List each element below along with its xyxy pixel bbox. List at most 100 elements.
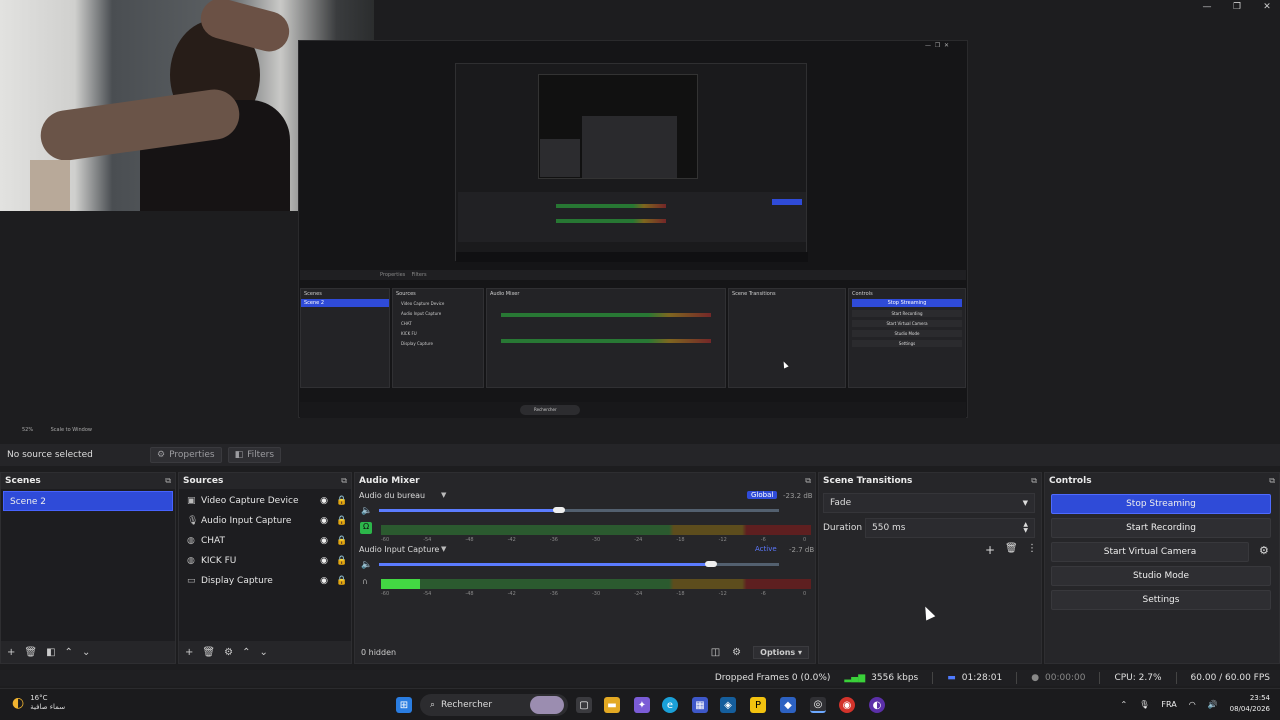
weather-text: سماء صافية: [30, 703, 66, 711]
volume-slider[interactable]: [379, 507, 779, 513]
task-view-icon[interactable]: ▢: [576, 697, 592, 713]
options-button[interactable]: Options ▾: [753, 645, 809, 659]
copilot-icon[interactable]: ✦: [634, 697, 650, 713]
more-icon[interactable]: ⋮: [1027, 543, 1037, 554]
gear-icon[interactable]: ⚙: [224, 647, 233, 658]
headphones-icon[interactable]: Ω: [360, 522, 372, 534]
transition-select[interactable]: Fade ▼: [823, 493, 1035, 513]
level-meter: [381, 525, 811, 535]
studio-mode-button[interactable]: Studio Mode: [1051, 566, 1271, 586]
source-row[interactable]: ◍ CHAT ◉ 🔒: [179, 531, 351, 551]
microphone-icon[interactable]: 🎙: [1139, 700, 1149, 709]
audio-mixer-dock: Audio Mixer ⧉ Audio du bureau ▼ Global -…: [354, 472, 816, 664]
weather-widget[interactable]: ◐ 16°C سماء صافية: [12, 694, 65, 712]
volume-icon[interactable]: 🔊: [1208, 700, 1218, 709]
chevron-up-icon[interactable]: ⌃: [65, 647, 73, 658]
maximize-icon[interactable]: ❐: [1230, 2, 1244, 12]
lock-icon[interactable]: 🔒: [333, 496, 351, 506]
globe-icon: ◍: [187, 536, 195, 546]
trash-icon[interactable]: 🗑: [24, 647, 37, 658]
start-virtual-camera-button[interactable]: Start Virtual Camera: [1051, 542, 1249, 562]
gear-icon[interactable]: ⚙: [1259, 544, 1269, 557]
preview-canvas[interactable]: — ❐ ✕ Properties Filters Scenes Scene 2 …: [0, 0, 1280, 438]
properties-button[interactable]: ⚙ Properties: [150, 447, 222, 463]
eye-icon[interactable]: ◉: [315, 496, 333, 506]
undock-icon[interactable]: ⧉: [1269, 476, 1275, 486]
nested-obs-preview: [455, 63, 808, 262]
source-row[interactable]: ▭ Display Capture ◉ 🔒: [179, 571, 351, 591]
file-explorer-icon[interactable]: ▬: [604, 697, 620, 713]
mixer-settings-icon[interactable]: ⚙: [732, 647, 741, 658]
eye-icon[interactable]: ◉: [315, 516, 333, 526]
volume-slider[interactable]: [379, 561, 779, 567]
filter-icon[interactable]: ◧: [46, 647, 55, 658]
windows-start-icon[interactable]: ⊞: [396, 697, 412, 713]
webcam-feed: [0, 0, 374, 211]
source-row[interactable]: 🎙 Audio Input Capture ◉ 🔒: [179, 511, 351, 531]
window-controls[interactable]: — ❐ ✕: [1200, 0, 1274, 14]
add-icon[interactable]: +: [185, 647, 193, 658]
source-row[interactable]: ▣ Video Capture Device ◉ 🔒: [179, 491, 351, 511]
chevron-up-icon[interactable]: ⌃: [242, 647, 250, 658]
lock-icon[interactable]: 🔒: [333, 516, 351, 526]
undock-icon[interactable]: ⧉: [165, 476, 171, 486]
status-bar: Dropped Frames 0 (0.0%) ▂▄▆ 3556 kbps ▬ 01…: [0, 670, 1280, 686]
scenes-dock: Scenes ⧉ Scene 2 + 🗑 ◧ ⌃ ⌄: [0, 472, 176, 664]
record-time: 00:00:00: [1045, 673, 1086, 683]
filters-button[interactable]: ◧ Filters: [227, 447, 282, 463]
eye-icon[interactable]: ◉: [315, 576, 333, 586]
edge-icon[interactable]: e: [662, 697, 678, 713]
channel-name: Audio Input Capture: [359, 545, 440, 554]
scenes-title: Scenes: [5, 476, 41, 486]
stop-streaming-button[interactable]: Stop Streaming: [1051, 494, 1271, 514]
minimize-icon[interactable]: —: [1200, 2, 1214, 12]
preview-zoom-bar[interactable]: 52% Scale to Window: [0, 424, 1280, 438]
eye-icon[interactable]: ◉: [315, 536, 333, 546]
wifi-icon[interactable]: ◠: [1189, 700, 1196, 709]
duration-field[interactable]: 550 ms ▲ ▼: [865, 518, 1035, 538]
source-row[interactable]: ◍ KICK FU ◉ 🔒: [179, 551, 351, 571]
controls-title: Controls: [1049, 476, 1092, 486]
eye-icon[interactable]: ◉: [315, 556, 333, 566]
trash-icon[interactable]: 🗑: [202, 647, 215, 658]
store-icon[interactable]: ▦: [692, 697, 708, 713]
trash-icon[interactable]: 🗑: [1005, 543, 1018, 554]
undock-icon[interactable]: ⧉: [1031, 476, 1037, 486]
taskbar: ◐ 16°C سماء صافية ⊞ ⌕ Rechercher ▢ ▬ ✦ e …: [0, 688, 1280, 720]
app-icon[interactable]: ◈: [720, 697, 736, 713]
chevron-down-icon[interactable]: ▼: [441, 545, 446, 553]
lock-icon[interactable]: 🔒: [333, 556, 351, 566]
app-icon[interactable]: ◐: [869, 697, 885, 713]
speaker-icon[interactable]: 🔈: [361, 506, 372, 516]
headphones-icon[interactable]: ∩: [362, 577, 368, 586]
undock-icon[interactable]: ⧉: [805, 476, 811, 486]
close-icon[interactable]: ✕: [1260, 2, 1274, 12]
scene-item[interactable]: Scene 2: [3, 491, 173, 511]
chevron-down-icon[interactable]: ⌄: [82, 647, 90, 658]
lock-icon[interactable]: 🔒: [333, 536, 351, 546]
meter-tick: -12: [718, 591, 727, 597]
app-icon[interactable]: ◆: [780, 697, 796, 713]
language-indicator[interactable]: FRA: [1161, 700, 1176, 709]
app-icon[interactable]: P: [750, 697, 766, 713]
no-source-label: No source selected: [7, 450, 93, 460]
layout-icon[interactable]: ◫: [711, 647, 720, 658]
scene-transitions-dock: Scene Transitions ⧉ Fade ▼ Duration 550 …: [818, 472, 1042, 664]
lock-icon[interactable]: 🔒: [333, 576, 351, 586]
speaker-icon[interactable]: 🔈: [361, 560, 372, 570]
mixer-channel: Audio Input Capture ▼ Active -2.7 dB 🔈 ∩…: [355, 543, 815, 597]
obs-icon[interactable]: ◎: [810, 697, 826, 713]
clock[interactable]: 23:54 08/04/2026: [1230, 693, 1270, 715]
add-icon[interactable]: +: [985, 543, 995, 557]
chevron-down-icon[interactable]: ⌄: [259, 647, 267, 658]
undock-icon[interactable]: ⧉: [341, 476, 347, 486]
chrome-icon[interactable]: ◉: [839, 697, 855, 713]
start-recording-button[interactable]: Start Recording: [1051, 518, 1271, 538]
stepper-icon[interactable]: ▲ ▼: [1023, 522, 1034, 534]
sun-icon: ◐: [12, 694, 25, 711]
chevron-down-icon[interactable]: ▼: [441, 491, 446, 499]
settings-button[interactable]: Settings: [1051, 590, 1271, 610]
add-icon[interactable]: +: [7, 647, 15, 658]
globe-icon: ◍: [187, 556, 195, 566]
chevron-up-icon[interactable]: ⌃: [1121, 700, 1128, 709]
